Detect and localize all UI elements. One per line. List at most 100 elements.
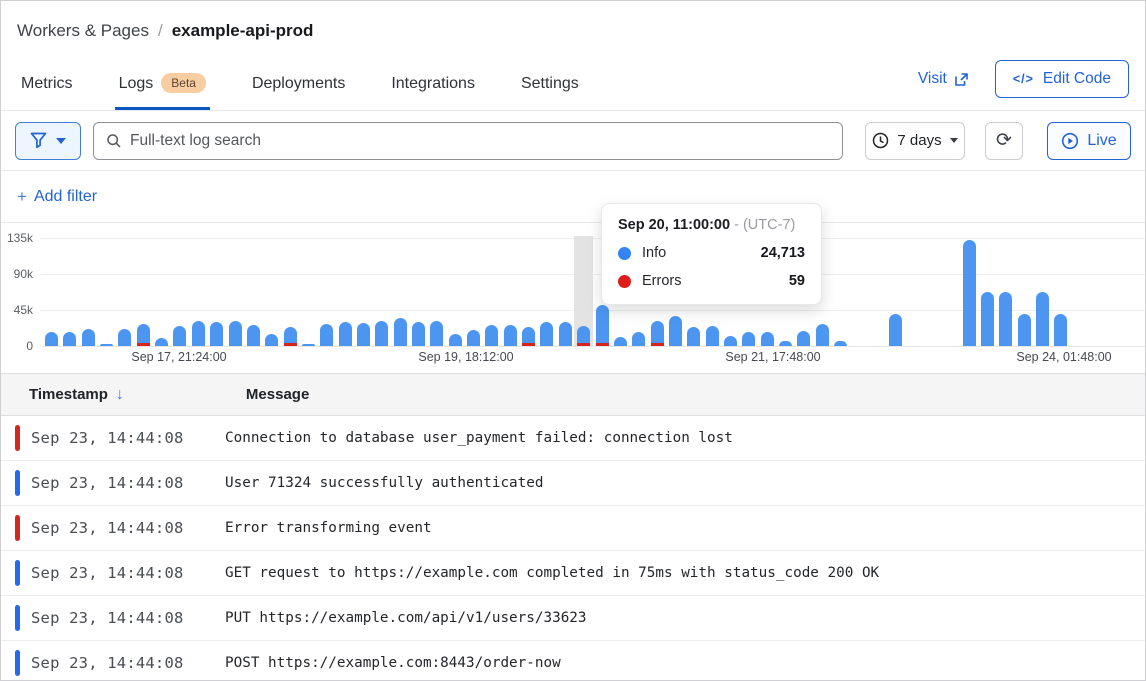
funnel-icon xyxy=(30,132,47,149)
tab-logs[interactable]: LogsBeta xyxy=(115,75,210,110)
chart-bar[interactable] xyxy=(118,329,131,346)
chart-bar[interactable] xyxy=(797,331,810,346)
chart-bar[interactable] xyxy=(375,321,388,346)
tab-deployments[interactable]: Deployments xyxy=(248,75,349,110)
chart-bar[interactable] xyxy=(1036,292,1049,346)
bar-info-segment xyxy=(687,327,700,346)
chart-bar[interactable] xyxy=(265,334,278,346)
chart-bar[interactable] xyxy=(742,332,755,346)
chart-bar[interactable] xyxy=(467,330,480,346)
chart-bar[interactable] xyxy=(210,322,223,346)
chart-bar[interactable] xyxy=(596,305,609,346)
chart-bar[interactable] xyxy=(687,327,700,346)
chart-bar[interactable] xyxy=(485,325,498,346)
search-icon xyxy=(106,133,122,149)
chart-bar[interactable] xyxy=(412,322,425,346)
chart-bar[interactable] xyxy=(577,326,590,346)
live-button[interactable]: Live xyxy=(1047,122,1131,160)
tooltip-row-info: Info 24,713 xyxy=(618,245,805,261)
chart-bar[interactable] xyxy=(357,323,370,346)
chart-bar[interactable] xyxy=(706,326,719,346)
chart-bar[interactable] xyxy=(173,326,186,346)
breadcrumb-separator: / xyxy=(158,21,163,41)
edit-code-button[interactable]: </> Edit Code xyxy=(995,60,1129,98)
chart-bar[interactable] xyxy=(155,338,168,346)
tooltip-series-value: 59 xyxy=(789,273,805,289)
chart-baseline xyxy=(41,346,1145,347)
timestamp-column-header[interactable]: Timestamp ↓ xyxy=(29,386,124,404)
sort-descending-icon[interactable]: ↓ xyxy=(116,386,124,404)
tab-label: Integrations xyxy=(391,75,475,92)
visit-link[interactable]: Visit xyxy=(918,70,969,88)
tab-settings[interactable]: Settings xyxy=(517,75,583,110)
chart-bar[interactable] xyxy=(559,322,572,346)
chart-bar[interactable] xyxy=(724,336,737,346)
search-input[interactable] xyxy=(130,132,830,150)
log-timestamp: Sep 23, 14:44:08 xyxy=(31,609,184,627)
bar-info-segment xyxy=(192,321,205,346)
chart-bar[interactable] xyxy=(192,321,205,346)
chart-bar[interactable] xyxy=(302,344,315,346)
log-row[interactable]: Sep 23, 14:44:08PUT https://example.com/… xyxy=(1,596,1145,641)
chart-bar[interactable] xyxy=(889,314,902,346)
chart-bar[interactable] xyxy=(1054,314,1067,346)
chart-bar[interactable] xyxy=(834,341,847,346)
chart-bar[interactable] xyxy=(1018,314,1031,346)
chart-bar[interactable] xyxy=(339,322,352,346)
x-axis-tick: Sep 24, 01:48:00 xyxy=(1016,350,1111,364)
tab-label: Logs xyxy=(119,75,154,92)
chart-bar[interactable] xyxy=(963,240,976,346)
chart-bar[interactable] xyxy=(137,324,150,346)
tab-metrics[interactable]: Metrics xyxy=(17,75,77,110)
chart-bar[interactable] xyxy=(816,324,829,346)
filter-menu-button[interactable] xyxy=(15,122,81,160)
chart-bar[interactable] xyxy=(229,321,242,346)
chart-bar[interactable] xyxy=(284,327,297,346)
chart-bar[interactable] xyxy=(430,321,443,346)
bar-info-segment xyxy=(669,316,682,346)
add-filter-link[interactable]: + Add filter xyxy=(17,187,97,207)
chart-bar[interactable] xyxy=(651,321,664,346)
chart-bar[interactable] xyxy=(981,292,994,346)
y-axis-tick: 90k xyxy=(1,267,33,281)
chart-bar[interactable] xyxy=(504,325,517,346)
log-row[interactable]: Sep 23, 14:44:08User 71324 successfully … xyxy=(1,461,1145,506)
chart-bar[interactable] xyxy=(761,332,774,346)
tooltip-series-value: 24,713 xyxy=(761,245,805,261)
chart-bar[interactable] xyxy=(779,341,792,346)
log-timestamp: Sep 23, 14:44:08 xyxy=(31,519,184,537)
chart-bar[interactable] xyxy=(394,318,407,346)
chart-bar[interactable] xyxy=(63,332,76,346)
bar-info-segment xyxy=(1036,292,1049,346)
bar-info-segment xyxy=(173,326,186,346)
log-row[interactable]: Sep 23, 14:44:08Connection to database u… xyxy=(1,416,1145,461)
time-range-dropdown[interactable]: 7 days xyxy=(865,122,965,160)
chart-bar[interactable] xyxy=(449,334,462,346)
chart-bar[interactable] xyxy=(540,322,553,346)
play-circle-icon xyxy=(1061,132,1079,150)
breadcrumb-current: example-api-prod xyxy=(172,21,314,41)
chart-bar[interactable] xyxy=(45,332,58,346)
bar-info-segment xyxy=(118,329,131,346)
bar-info-segment xyxy=(540,322,553,346)
bar-info-segment xyxy=(155,338,168,346)
bar-info-segment xyxy=(45,332,58,346)
x-axis-tick: Sep 21, 17:48:00 xyxy=(725,350,820,364)
chart-bar[interactable] xyxy=(522,327,535,346)
chart-bar[interactable] xyxy=(247,325,260,346)
log-row[interactable]: Sep 23, 14:44:08Error transforming event xyxy=(1,506,1145,551)
chart-bar[interactable] xyxy=(614,337,627,346)
chart-bar[interactable] xyxy=(632,332,645,346)
chart-bar[interactable] xyxy=(999,292,1012,346)
log-row[interactable]: Sep 23, 14:44:08GET request to https://e… xyxy=(1,551,1145,596)
log-row[interactable]: Sep 23, 14:44:08POST https://example.com… xyxy=(1,641,1145,681)
chart-bar[interactable] xyxy=(82,329,95,346)
tab-integrations[interactable]: Integrations xyxy=(387,75,479,110)
refresh-button[interactable]: ⟳ xyxy=(985,122,1023,160)
log-toolbar: 7 days ⟳ Live xyxy=(1,111,1145,171)
chart-bar[interactable] xyxy=(320,324,333,346)
chart-bar[interactable] xyxy=(669,316,682,346)
log-timestamp: Sep 23, 14:44:08 xyxy=(31,429,184,447)
chart-bar[interactable] xyxy=(100,344,113,346)
breadcrumb-section[interactable]: Workers & Pages xyxy=(17,21,149,41)
